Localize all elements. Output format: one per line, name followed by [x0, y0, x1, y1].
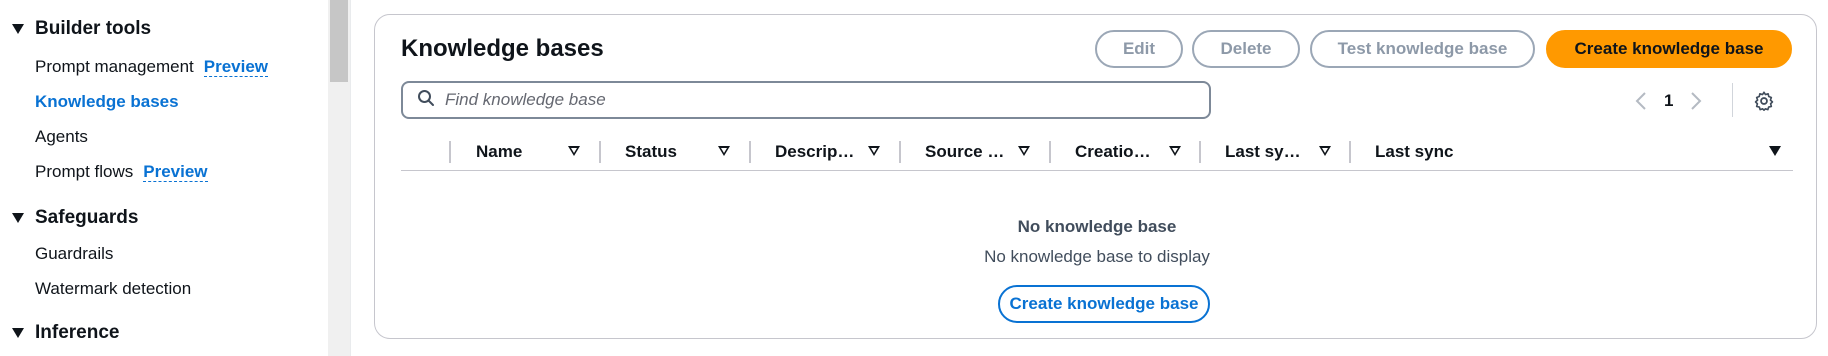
column-header-last-sync[interactable]: Last sync: [1375, 135, 1453, 169]
preview-badge[interactable]: Preview: [203, 57, 269, 77]
column-divider: [449, 141, 451, 163]
sidebar-item-label: Prompt management: [35, 57, 194, 76]
sidebar-item-guardrails[interactable]: Guardrails: [35, 244, 113, 264]
column-header-source[interactable]: Source …: [925, 135, 1004, 169]
sort-descending-icon[interactable]: [1769, 146, 1781, 156]
sort-icon[interactable]: [568, 146, 580, 156]
page-title: Knowledge bases: [401, 35, 604, 62]
column-header-creation[interactable]: Creatio…: [1075, 135, 1151, 169]
side-navigation: Builder tools Prompt management Preview …: [0, 0, 328, 356]
sidebar-divider: [350, 0, 351, 356]
create-knowledge-base-button[interactable]: Create knowledge base: [1546, 30, 1792, 68]
section-safeguards[interactable]: Safeguards: [12, 207, 138, 229]
knowledge-bases-panel: Knowledge bases Edit Delete Test knowled…: [374, 14, 1817, 339]
test-knowledge-base-button[interactable]: Test knowledge base: [1310, 30, 1535, 68]
toolbar-divider: [1732, 83, 1733, 117]
caret-down-icon: [12, 213, 24, 223]
caret-down-icon: [12, 24, 24, 34]
column-header-name[interactable]: Name: [476, 135, 522, 169]
table-header: Name Status Descrip… Source … Creatio… L…: [401, 135, 1793, 171]
column-divider[interactable]: [599, 141, 601, 163]
column-divider[interactable]: [899, 141, 901, 163]
column-header-last-synced[interactable]: Last sy…: [1225, 135, 1301, 169]
section-builder-tools[interactable]: Builder tools: [12, 18, 151, 40]
section-label: Builder tools: [35, 18, 152, 39]
sidebar-item-label: Prompt flows: [35, 162, 134, 181]
sort-icon[interactable]: [1169, 146, 1181, 156]
sort-icon[interactable]: [718, 146, 730, 156]
column-divider[interactable]: [1349, 141, 1351, 163]
column-divider[interactable]: [1049, 141, 1051, 163]
pagination: 1: [1630, 88, 1707, 114]
sidebar-item-agents[interactable]: Agents: [35, 127, 88, 147]
sidebar-item-prompt-management[interactable]: Prompt management Preview: [35, 57, 269, 77]
gear-icon[interactable]: [1751, 88, 1777, 114]
column-header-description[interactable]: Descrip…: [775, 135, 854, 169]
empty-state-description: No knowledge base to display: [984, 247, 1210, 266]
search-icon: [417, 89, 435, 112]
search-input[interactable]: [445, 90, 1185, 110]
caret-down-icon: [12, 328, 24, 338]
sort-icon[interactable]: [1319, 146, 1331, 156]
section-inference[interactable]: Inference: [12, 322, 119, 344]
column-divider[interactable]: [1199, 141, 1201, 163]
edit-button[interactable]: Edit: [1095, 30, 1183, 68]
chevron-left-icon[interactable]: [1630, 88, 1652, 114]
section-label: Inference: [35, 322, 120, 343]
sort-icon[interactable]: [868, 146, 880, 156]
empty-create-knowledge-base-button[interactable]: Create knowledge base: [998, 285, 1210, 323]
sidebar-item-prompt-flows[interactable]: Prompt flows Preview: [35, 162, 208, 182]
current-page[interactable]: 1: [1664, 91, 1673, 111]
search-field[interactable]: [401, 81, 1211, 119]
sidebar-item-watermark-detection[interactable]: Watermark detection: [35, 279, 191, 299]
delete-button[interactable]: Delete: [1192, 30, 1300, 68]
scrollbar-thumb[interactable]: [330, 0, 348, 82]
section-label: Safeguards: [35, 207, 139, 228]
column-divider[interactable]: [749, 141, 751, 163]
preview-badge[interactable]: Preview: [143, 162, 208, 182]
empty-state-title: No knowledge base: [1017, 217, 1177, 236]
column-header-status[interactable]: Status: [625, 135, 677, 169]
sidebar-item-knowledge-bases[interactable]: Knowledge bases: [35, 92, 179, 112]
chevron-right-icon[interactable]: [1685, 88, 1707, 114]
sort-icon[interactable]: [1018, 146, 1030, 156]
sidebar-scrollbar[interactable]: [328, 0, 350, 356]
